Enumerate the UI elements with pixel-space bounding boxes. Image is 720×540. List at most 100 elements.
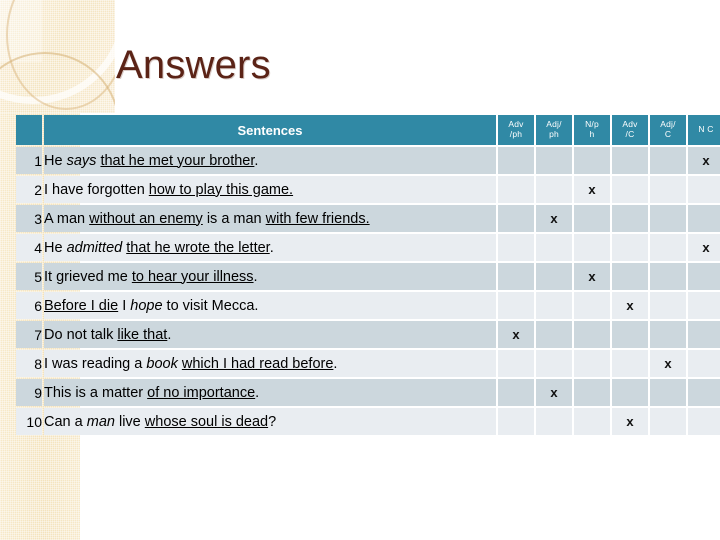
sentence-fragment: I (118, 297, 131, 314)
mark-cell-adj-ph: x (536, 205, 572, 232)
sentence-fragment: without an enemy (89, 210, 203, 227)
mark-cell-n-ph (574, 205, 610, 232)
table-header-row: Sentences Adv /ph Adj/ ph N/p h Adv /C A… (16, 115, 720, 145)
header-adv-c: Adv /C (612, 115, 648, 145)
mark-cell-adj-ph (536, 263, 572, 290)
table-row: 8I was reading a book which I had read b… (16, 350, 720, 377)
header-number (16, 115, 42, 145)
header-n-ph-line2: h (589, 129, 595, 139)
sentence-cell: Can a man live whose soul is dead? (44, 408, 496, 435)
corner-arc-thin (6, 0, 115, 110)
header-n-ph-line1: N/p (585, 119, 599, 130)
sentence-fragment: live (114, 413, 145, 430)
header-adj-ph-line1: Adj/ (546, 119, 562, 130)
table-row: 9 This is a matter of no importance. x (16, 379, 720, 406)
mark-cell-adv-ph (498, 408, 534, 435)
sentence-fragment: . (253, 268, 258, 285)
mark-cell-n-ph (574, 379, 610, 406)
header-adj-ph: Adj/ ph (536, 115, 572, 145)
header-adv-ph-line1: Adv (508, 119, 524, 130)
mark-cell-n-ph (574, 292, 610, 319)
mark-cell-adv-c (612, 263, 648, 290)
mark-cell-n-c (688, 205, 720, 232)
sentence-fragment: to hear your illness (131, 268, 254, 285)
mark-cell-adv-c (612, 176, 648, 203)
row-number: 4 (16, 234, 42, 261)
row-number: 1 (16, 147, 42, 174)
table-row: 7 Do not talk like that. x (16, 321, 720, 348)
mark-cell-adv-c (612, 205, 648, 232)
mark-cell-adj-c (650, 147, 686, 174)
mark-cell-adj-ph (536, 321, 572, 348)
table-row: 5 It grieved me to hear your illness. x (16, 263, 720, 290)
sentence-fragment: Can a (44, 413, 87, 430)
header-n-c-line1: N C (698, 124, 714, 135)
sentence-fragment: Before I die (44, 297, 119, 314)
sentence-fragment: He (44, 152, 67, 169)
mark-cell-adv-ph (498, 147, 534, 174)
sentence-fragment: A man (44, 210, 90, 227)
header-adv-ph: Adv /ph (498, 115, 534, 145)
header-adv-ph-line2: /ph (509, 129, 523, 139)
sentence-cell: Before I die I hope to visit Mecca. (44, 292, 496, 319)
mark-cell-adv-c (612, 147, 648, 174)
mark-cell-adj-c (650, 234, 686, 261)
sentence-fragment: like that (117, 326, 168, 343)
row-number: 3 (16, 205, 42, 232)
sentence-cell: He says that he met your brother. (44, 147, 496, 174)
header-sentences: Sentences (44, 115, 496, 145)
header-n-ph: N/p h (574, 115, 610, 145)
sentence-fragment: with few friends. (265, 210, 370, 227)
sentence-cell: A man without an enemy is a man with few… (44, 205, 496, 232)
sentence-fragment: is a man (202, 210, 266, 227)
row-number: 7 (16, 321, 42, 348)
sentence-fragment: to visit Mecca. (162, 297, 259, 314)
row-number: 2 (16, 176, 42, 203)
row-number: 8 (16, 350, 42, 377)
mark-cell-adj-c (650, 263, 686, 290)
corner-ornament (0, 0, 115, 113)
mark-cell-adj-ph (536, 350, 572, 377)
sentence-fragment: that he met your brother (100, 152, 255, 169)
sentence-fragment: man (86, 413, 115, 430)
header-adv-c-line1: Adv (622, 119, 638, 130)
sentence-fragment: of no importance (147, 384, 256, 401)
mark-cell-n-c (688, 292, 720, 319)
sentence-cell: Do not talk like that. (44, 321, 496, 348)
header-adj-c: Adj/ C (650, 115, 686, 145)
mark-cell-adv-c (612, 350, 648, 377)
sentence-fragment: how to play this game. (148, 181, 294, 198)
mark-cell-adj-ph (536, 147, 572, 174)
row-number: 5 (16, 263, 42, 290)
table-row: 2I have forgotten how to play this game.… (16, 176, 720, 203)
mark-cell-n-ph: x (574, 176, 610, 203)
sentence-fragment: This is a matter (44, 384, 148, 401)
mark-cell-n-c: x (688, 234, 720, 261)
sentence-fragment: He (44, 239, 67, 256)
sentence-fragment: It grieved me (44, 268, 132, 285)
mark-cell-n-c (688, 379, 720, 406)
sentence-fragment: I have forgotten (44, 181, 149, 198)
mark-cell-adv-ph (498, 379, 534, 406)
header-adj-c-line2: C (664, 129, 672, 139)
mark-cell-n-c (688, 321, 720, 348)
sentence-fragment: admitted (66, 239, 123, 256)
sentence-fragment: says (66, 152, 97, 169)
mark-cell-n-ph (574, 234, 610, 261)
sentence-fragment: . (254, 152, 259, 169)
sentence-fragment: . (255, 384, 260, 401)
sentence-fragment: that he wrote the letter (126, 239, 270, 256)
table-row: 1 He says that he met your brother. x (16, 147, 720, 174)
sentence-fragment: . (333, 355, 338, 372)
page-title: Answers (116, 43, 271, 87)
mark-cell-adj-ph (536, 234, 572, 261)
table-row: 3A man without an enemy is a man with fe… (16, 205, 720, 232)
sentence-cell: It grieved me to hear your illness. (44, 263, 496, 290)
sentence-fragment: hope (130, 297, 163, 314)
header-adv-c-line2: /C (625, 129, 635, 139)
mark-cell-n-c (688, 176, 720, 203)
mark-cell-adv-ph (498, 234, 534, 261)
table-header: Sentences Adv /ph Adj/ ph N/p h Adv /C A… (16, 115, 720, 145)
mark-cell-adv-ph (498, 350, 534, 377)
mark-cell-n-c (688, 350, 720, 377)
